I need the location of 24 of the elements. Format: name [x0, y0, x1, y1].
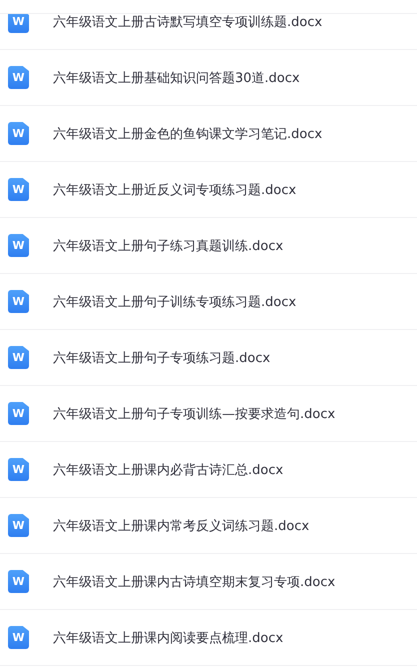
file-name[interactable]: 六年级语文上册句子专项练习题.docx — [53, 348, 270, 366]
file-name[interactable]: 六年级语文上册近反义词专项练习题.docx — [53, 180, 296, 198]
file-name[interactable]: 六年级语文上册句子专项训练—按要求造句.docx — [53, 404, 336, 422]
file-name[interactable]: 六年级语文上册基础知识问答题30道.docx — [53, 68, 300, 86]
word-document-icon: W — [8, 66, 29, 89]
file-name[interactable]: 六年级语文上册课内阅读要点梳理.docx — [53, 628, 284, 646]
file-name[interactable]: 六年级语文上册句子练习真题训练.docx — [53, 236, 284, 254]
word-document-icon: W — [8, 570, 29, 593]
file-name[interactable]: 六年级语文上册句子训练专项练习题.docx — [53, 292, 296, 310]
word-document-icon: W — [8, 122, 29, 145]
file-name[interactable]: 六年级语文上册课内古诗填空期末复习专项.docx — [53, 572, 336, 590]
word-document-icon: W — [8, 14, 29, 33]
word-document-icon: W — [8, 626, 29, 649]
file-name[interactable]: 六年级语文上册课内常考反义词练习题.docx — [53, 516, 310, 534]
word-document-icon: W — [8, 290, 29, 313]
word-document-icon: W — [8, 234, 29, 257]
word-document-icon: W — [8, 458, 29, 481]
word-document-icon: W — [8, 178, 29, 201]
word-document-icon: W — [8, 514, 29, 537]
word-document-icon: W — [8, 346, 29, 369]
file-name[interactable]: 六年级语文上册古诗默写填空专项训练题.docx — [53, 14, 322, 30]
word-document-icon: W — [8, 402, 29, 425]
file-name[interactable]: 六年级语文上册金色的鱼钩课文学习笔记.docx — [53, 124, 322, 142]
file-name[interactable]: 六年级语文上册课内必背古诗汇总.docx — [53, 460, 284, 478]
